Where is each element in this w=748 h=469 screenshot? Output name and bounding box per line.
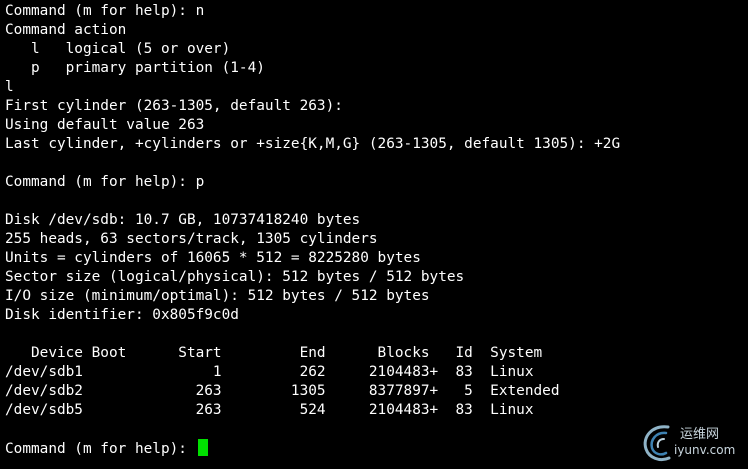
terminal-line: Command (m for help): n xyxy=(5,3,205,19)
terminal-line: Disk /dev/sdb: 10.7 GB, 10737418240 byte… xyxy=(5,212,361,228)
terminal-output: Command (m for help): n Command action l … xyxy=(5,2,620,458)
terminal-line: p primary partition (1-4) xyxy=(5,60,265,76)
terminal-cursor xyxy=(197,439,208,456)
terminal-prompt: Command (m for help): xyxy=(5,441,196,457)
terminal-line: Command (m for help): p xyxy=(5,174,205,190)
watermark-domain: iyunv.com xyxy=(674,443,736,457)
terminal-line: l logical (5 or over) xyxy=(5,41,231,57)
terminal-line: Command action xyxy=(5,22,127,38)
terminal-line: l xyxy=(5,79,14,95)
watermark-title: 运维网 xyxy=(680,427,720,442)
terminal-line: /dev/sdb1 1 262 2104483+ 83 Linux xyxy=(5,364,534,380)
terminal-line: Last cylinder, +cylinders or +size{K,M,G… xyxy=(5,136,621,152)
terminal-line: /dev/sdb5 263 524 2104483+ 83 Linux xyxy=(5,402,534,418)
terminal-line: Using default value 263 xyxy=(5,117,205,133)
terminal-line: Device Boot Start End Blocks Id System xyxy=(5,345,543,361)
terminal-line: /dev/sdb2 263 1305 8377897+ 5 Extended xyxy=(5,383,560,399)
terminal-line: I/O size (minimum/optimal): 512 bytes / … xyxy=(5,288,430,304)
terminal-line: Sector size (logical/physical): 512 byte… xyxy=(5,269,465,285)
terminal-line: Disk identifier: 0x805f9c0d xyxy=(5,307,239,323)
terminal-line: First cylinder (263-1305, default 263): xyxy=(5,98,343,114)
terminal-line: Units = cylinders of 16065 * 512 = 82252… xyxy=(5,250,421,266)
terminal-prompt-line[interactable]: Command (m for help): xyxy=(5,439,620,458)
terminal-line: 255 heads, 63 sectors/track, 1305 cylind… xyxy=(5,231,378,247)
terminal-window[interactable]: Command (m for help): n Command action l … xyxy=(0,0,748,469)
watermark: 运维网 iyunv.com xyxy=(638,421,742,465)
